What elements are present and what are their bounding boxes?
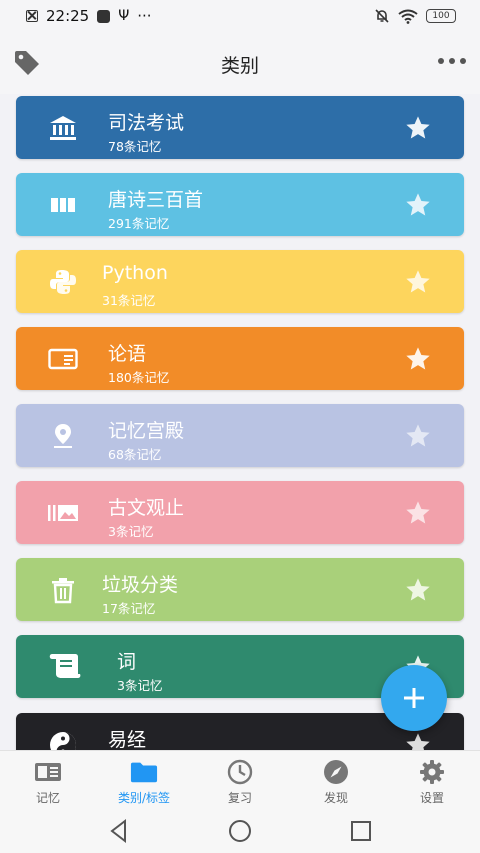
card-icon	[46, 344, 80, 374]
star-icon[interactable]	[404, 499, 432, 527]
yin-yang-icon	[46, 730, 80, 750]
category-name: Python	[102, 262, 168, 284]
star-icon[interactable]	[404, 268, 432, 296]
category-card[interactable]: 古文观止 3条记忆	[16, 481, 464, 544]
status-bar-left: 22:25 Ψ ···	[26, 7, 152, 25]
category-name: 词	[117, 651, 137, 673]
category-card[interactable]: 论语 180条记忆	[16, 327, 464, 390]
category-name: 垃圾分类	[102, 574, 179, 596]
category-card[interactable]: 司法考试 78条记忆	[16, 96, 464, 159]
nav-label: 复习	[227, 791, 252, 805]
nav-label: 设置	[419, 791, 444, 805]
more-icon[interactable]	[438, 58, 466, 64]
category-name: 唐诗三百首	[108, 189, 204, 211]
star-icon[interactable]	[404, 345, 432, 373]
category-card[interactable]: 垃圾分类 17条记忆	[16, 558, 464, 621]
compass-icon	[322, 759, 350, 785]
star-icon[interactable]	[404, 576, 432, 604]
category-name: 记忆宫殿	[108, 420, 185, 442]
usb-icon: Ψ	[118, 8, 130, 24]
nav-memory[interactable]: 记忆	[0, 751, 96, 807]
status-bar: 22:25 Ψ ··· 100	[0, 0, 480, 34]
nav-label: 类别/标签	[117, 791, 171, 805]
category-count: 78条记忆	[108, 139, 162, 154]
nav-settings[interactable]: 设置	[384, 751, 480, 807]
category-count: 3条记忆	[108, 524, 154, 539]
status-more: ···	[137, 7, 152, 25]
nav-category-tags[interactable]: 类别/标签	[96, 751, 192, 807]
plus-icon	[404, 688, 424, 708]
location-pin-icon	[46, 421, 80, 451]
hd-icon	[97, 9, 111, 23]
nav-label: 发现	[323, 791, 348, 805]
battery-indicator: 100	[426, 9, 456, 23]
category-name: 易经	[108, 729, 147, 750]
status-time: 22:25	[46, 7, 90, 25]
category-card[interactable]: 唐诗三百首 291条记忆	[16, 173, 464, 236]
wifi-icon	[398, 9, 418, 24]
trash-icon	[46, 575, 80, 605]
category-count: 31条记忆	[102, 293, 156, 308]
app-bar: 类别	[0, 34, 480, 94]
gear-icon	[418, 759, 446, 785]
notification-x-icon	[26, 10, 38, 22]
category-name: 司法考试	[108, 112, 185, 134]
category-count: 68条记忆	[108, 447, 162, 462]
category-name: 论语	[108, 343, 147, 365]
category-name: 古文观止	[108, 497, 185, 519]
home-icon[interactable]	[227, 818, 253, 844]
scroll-icon	[48, 650, 82, 680]
recents-icon[interactable]	[348, 818, 374, 844]
category-count: 180条记忆	[108, 370, 170, 385]
star-icon[interactable]	[404, 114, 432, 142]
clock-icon	[226, 759, 254, 785]
gallery-icon	[46, 498, 80, 528]
nav-review[interactable]: 复习	[192, 751, 288, 807]
memory-card-icon	[34, 759, 62, 785]
category-card[interactable]: 记忆宫殿 68条记忆	[16, 404, 464, 467]
category-count: 17条记忆	[102, 601, 156, 616]
columns-icon	[46, 190, 80, 220]
folder-icon	[130, 759, 158, 785]
category-card[interactable]: Python 31条记忆	[16, 250, 464, 313]
status-bar-right: 100	[374, 8, 456, 24]
category-count: 3条记忆	[117, 678, 163, 693]
star-icon[interactable]	[404, 422, 432, 450]
star-icon[interactable]	[404, 731, 432, 750]
python-icon	[46, 267, 80, 297]
back-icon[interactable]	[106, 818, 132, 844]
category-list: 司法考试 78条记忆 唐诗三百首 291条记忆 Python 31条记忆 论语 …	[0, 94, 480, 750]
nav-label: 记忆	[35, 791, 60, 805]
star-icon[interactable]	[404, 191, 432, 219]
nav-discover[interactable]: 发现	[288, 751, 384, 807]
page-title: 类别	[220, 55, 259, 77]
system-navigation	[0, 806, 480, 853]
category-count: 291条记忆	[108, 216, 170, 231]
add-category-button[interactable]	[381, 665, 447, 731]
bank-icon	[46, 113, 80, 143]
bottom-navigation: 记忆 类别/标签 复习 发现 设置	[0, 750, 480, 807]
mute-bell-icon	[375, 9, 389, 23]
